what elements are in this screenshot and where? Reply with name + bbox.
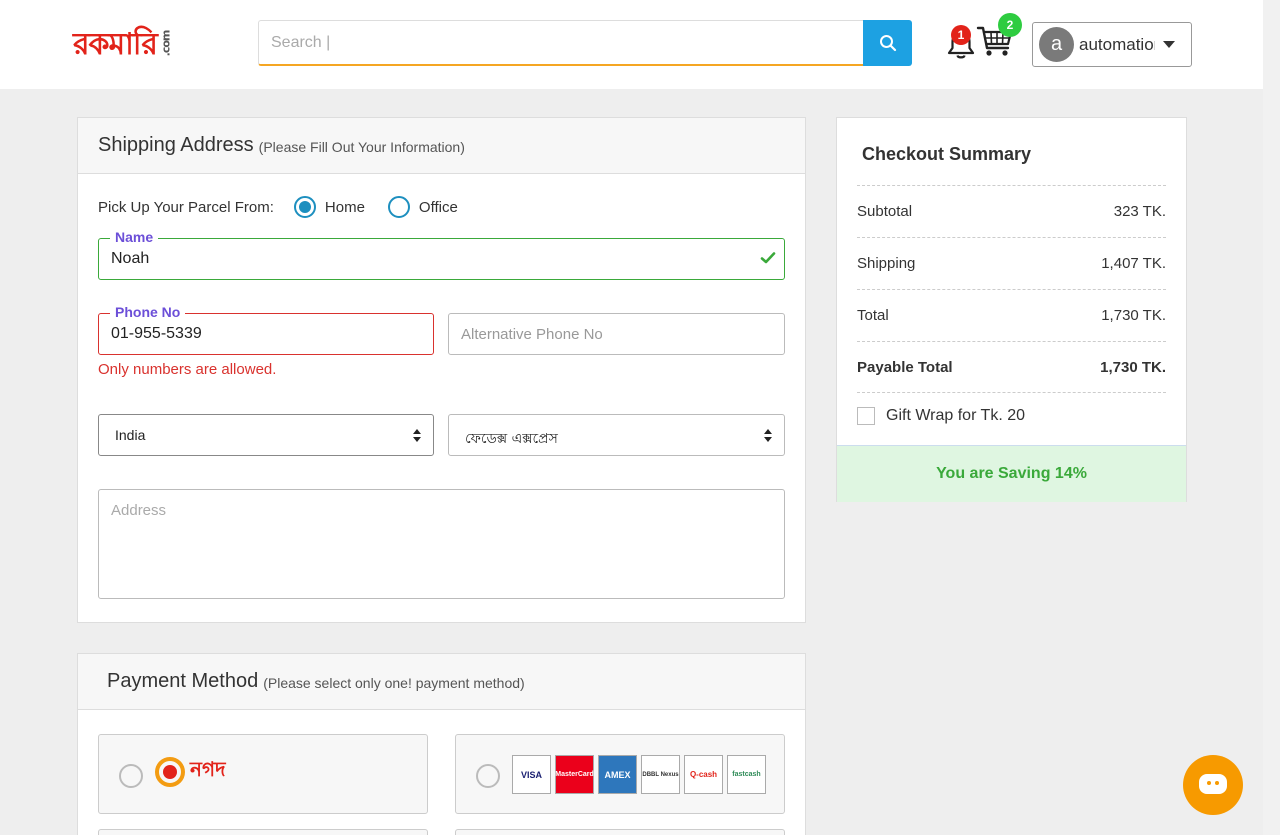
- nagad-icon: [155, 756, 185, 787]
- chat-widget-button[interactable]: [1183, 755, 1243, 815]
- logo-suffix: .com: [159, 30, 173, 57]
- search-icon: [879, 35, 896, 52]
- payment-option-nagad[interactable]: নগদ: [98, 734, 428, 814]
- user-name: automation: [1079, 34, 1155, 54]
- site-header: রকমারি .com 1 2 a automation: [0, 0, 1263, 89]
- shipping-header: Shipping Address (Please Fill Out Your I…: [78, 118, 805, 174]
- cart-count-badge: 2: [998, 13, 1022, 37]
- address-placeholder: Address: [111, 502, 167, 519]
- summary-row-label: Shipping: [857, 255, 916, 272]
- name-field-label: Name: [110, 229, 159, 245]
- phone-field[interactable]: Phone No 01-955-5339: [98, 304, 434, 355]
- fastcash-logo: fastcash: [727, 755, 766, 794]
- payment-cards-radio[interactable]: [476, 764, 500, 788]
- country-select-value: India: [115, 427, 146, 443]
- area-select[interactable]: ফেডেক্স এক্সপ্রেস: [448, 414, 785, 456]
- checkout-summary-panel: Checkout Summary Subtotal 323 TK. Shippi…: [836, 117, 1187, 502]
- area-select-value: ফেডেক্স এক্সপ্রেস: [465, 431, 558, 447]
- select-arrows-icon: [413, 429, 421, 443]
- summary-row-total: Total 1,730 TK.: [857, 289, 1166, 341]
- country-select[interactable]: India: [98, 414, 434, 456]
- pickup-label: Pick Up Your Parcel From:: [98, 198, 274, 216]
- shipping-subtitle: (Please Fill Out Your Information): [258, 139, 465, 155]
- gift-wrap-label[interactable]: Gift Wrap for Tk. 20: [886, 407, 1025, 425]
- card-brand-logos: VISA MasterCard AMEX DBBL Nexus Q-cash f…: [512, 755, 766, 794]
- payment-option-3[interactable]: [98, 829, 428, 835]
- valid-check-icon: [760, 252, 776, 264]
- chevron-down-icon: [1163, 41, 1175, 48]
- name-field[interactable]: Name Noah: [98, 229, 785, 280]
- payment-header: Payment Method (Please select only one! …: [78, 654, 805, 710]
- payment-method-panel: Payment Method (Please select only one! …: [77, 653, 806, 835]
- search-bar: [258, 20, 912, 66]
- summary-row-value: 1,407 TK.: [1101, 255, 1166, 272]
- dbbl-nexus-logo: DBBL Nexus: [641, 755, 680, 794]
- user-menu-dropdown[interactable]: a automation: [1032, 22, 1192, 67]
- logo-text: রকমারি: [73, 27, 158, 62]
- gift-wrap-option[interactable]: Gift Wrap for Tk. 20: [857, 407, 1025, 425]
- gift-wrap-checkbox[interactable]: [857, 407, 875, 425]
- amex-logo: AMEX: [598, 755, 637, 794]
- summary-row-value: 1,730 TK.: [1100, 358, 1166, 376]
- page-scrollbar[interactable]: [1263, 0, 1280, 835]
- name-field-value[interactable]: Noah: [111, 250, 149, 268]
- nagad-logo-text: নগদ: [190, 757, 226, 781]
- phone-field-label: Phone No: [110, 304, 186, 320]
- pickup-selector: Pick Up Your Parcel From: Home Office: [98, 196, 458, 218]
- summary-row-value: 323 TK.: [1113, 203, 1166, 220]
- summary-row-payable-total: Payable Total 1,730 TK.: [857, 341, 1166, 393]
- saving-banner: You are Saving 14%: [837, 445, 1186, 502]
- nagad-logo: নগদ: [154, 755, 226, 788]
- qcash-logo: Q-cash: [684, 755, 723, 794]
- site-logo[interactable]: রকমারি .com: [73, 20, 183, 64]
- visa-logo: VISA: [512, 755, 551, 794]
- payment-subtitle: (Please select only one! payment method): [263, 675, 525, 691]
- phone-field-value[interactable]: 01-955-5339: [111, 325, 202, 343]
- payment-nagad-radio[interactable]: [119, 764, 143, 788]
- mastercard-logo: MasterCard: [555, 755, 594, 794]
- search-button[interactable]: [863, 20, 912, 66]
- alternative-phone-field[interactable]: Alternative Phone No: [448, 313, 785, 355]
- alternative-phone-placeholder: Alternative Phone No: [461, 326, 603, 343]
- avatar: a: [1039, 27, 1074, 62]
- payment-title: Payment Method: [107, 670, 259, 692]
- select-arrows-icon: [764, 429, 772, 443]
- summary-row-label: Subtotal: [857, 203, 913, 220]
- address-textarea[interactable]: Address: [98, 489, 785, 599]
- chat-bot-icon: [1199, 774, 1227, 794]
- notification-count-badge: 1: [951, 25, 971, 45]
- shipping-address-panel: Shipping Address (Please Fill Out Your I…: [77, 117, 806, 623]
- pickup-home-radio[interactable]: [293, 196, 316, 218]
- payment-option-cards[interactable]: VISA MasterCard AMEX DBBL Nexus Q-cash f…: [455, 734, 785, 814]
- summary-row-subtotal: Subtotal 323 TK.: [857, 185, 1166, 237]
- summary-row-shipping: Shipping 1,407 TK.: [857, 237, 1166, 289]
- pickup-home-label[interactable]: Home: [325, 199, 365, 216]
- search-input[interactable]: [258, 20, 863, 66]
- summary-row-value: 1,730 TK.: [1101, 307, 1166, 324]
- summary-title: Checkout Summary: [862, 144, 1032, 164]
- summary-rows: Subtotal 323 TK. Shipping 1,407 TK. Tota…: [857, 185, 1166, 393]
- shipping-title: Shipping Address: [98, 134, 254, 156]
- pickup-office-label[interactable]: Office: [419, 199, 458, 216]
- summary-row-label: Total: [857, 307, 889, 324]
- pickup-office-radio[interactable]: [387, 196, 410, 218]
- summary-row-label: Payable Total: [857, 358, 953, 376]
- phone-error-message: Only numbers are allowed.: [98, 361, 277, 378]
- payment-option-4[interactable]: [455, 829, 785, 835]
